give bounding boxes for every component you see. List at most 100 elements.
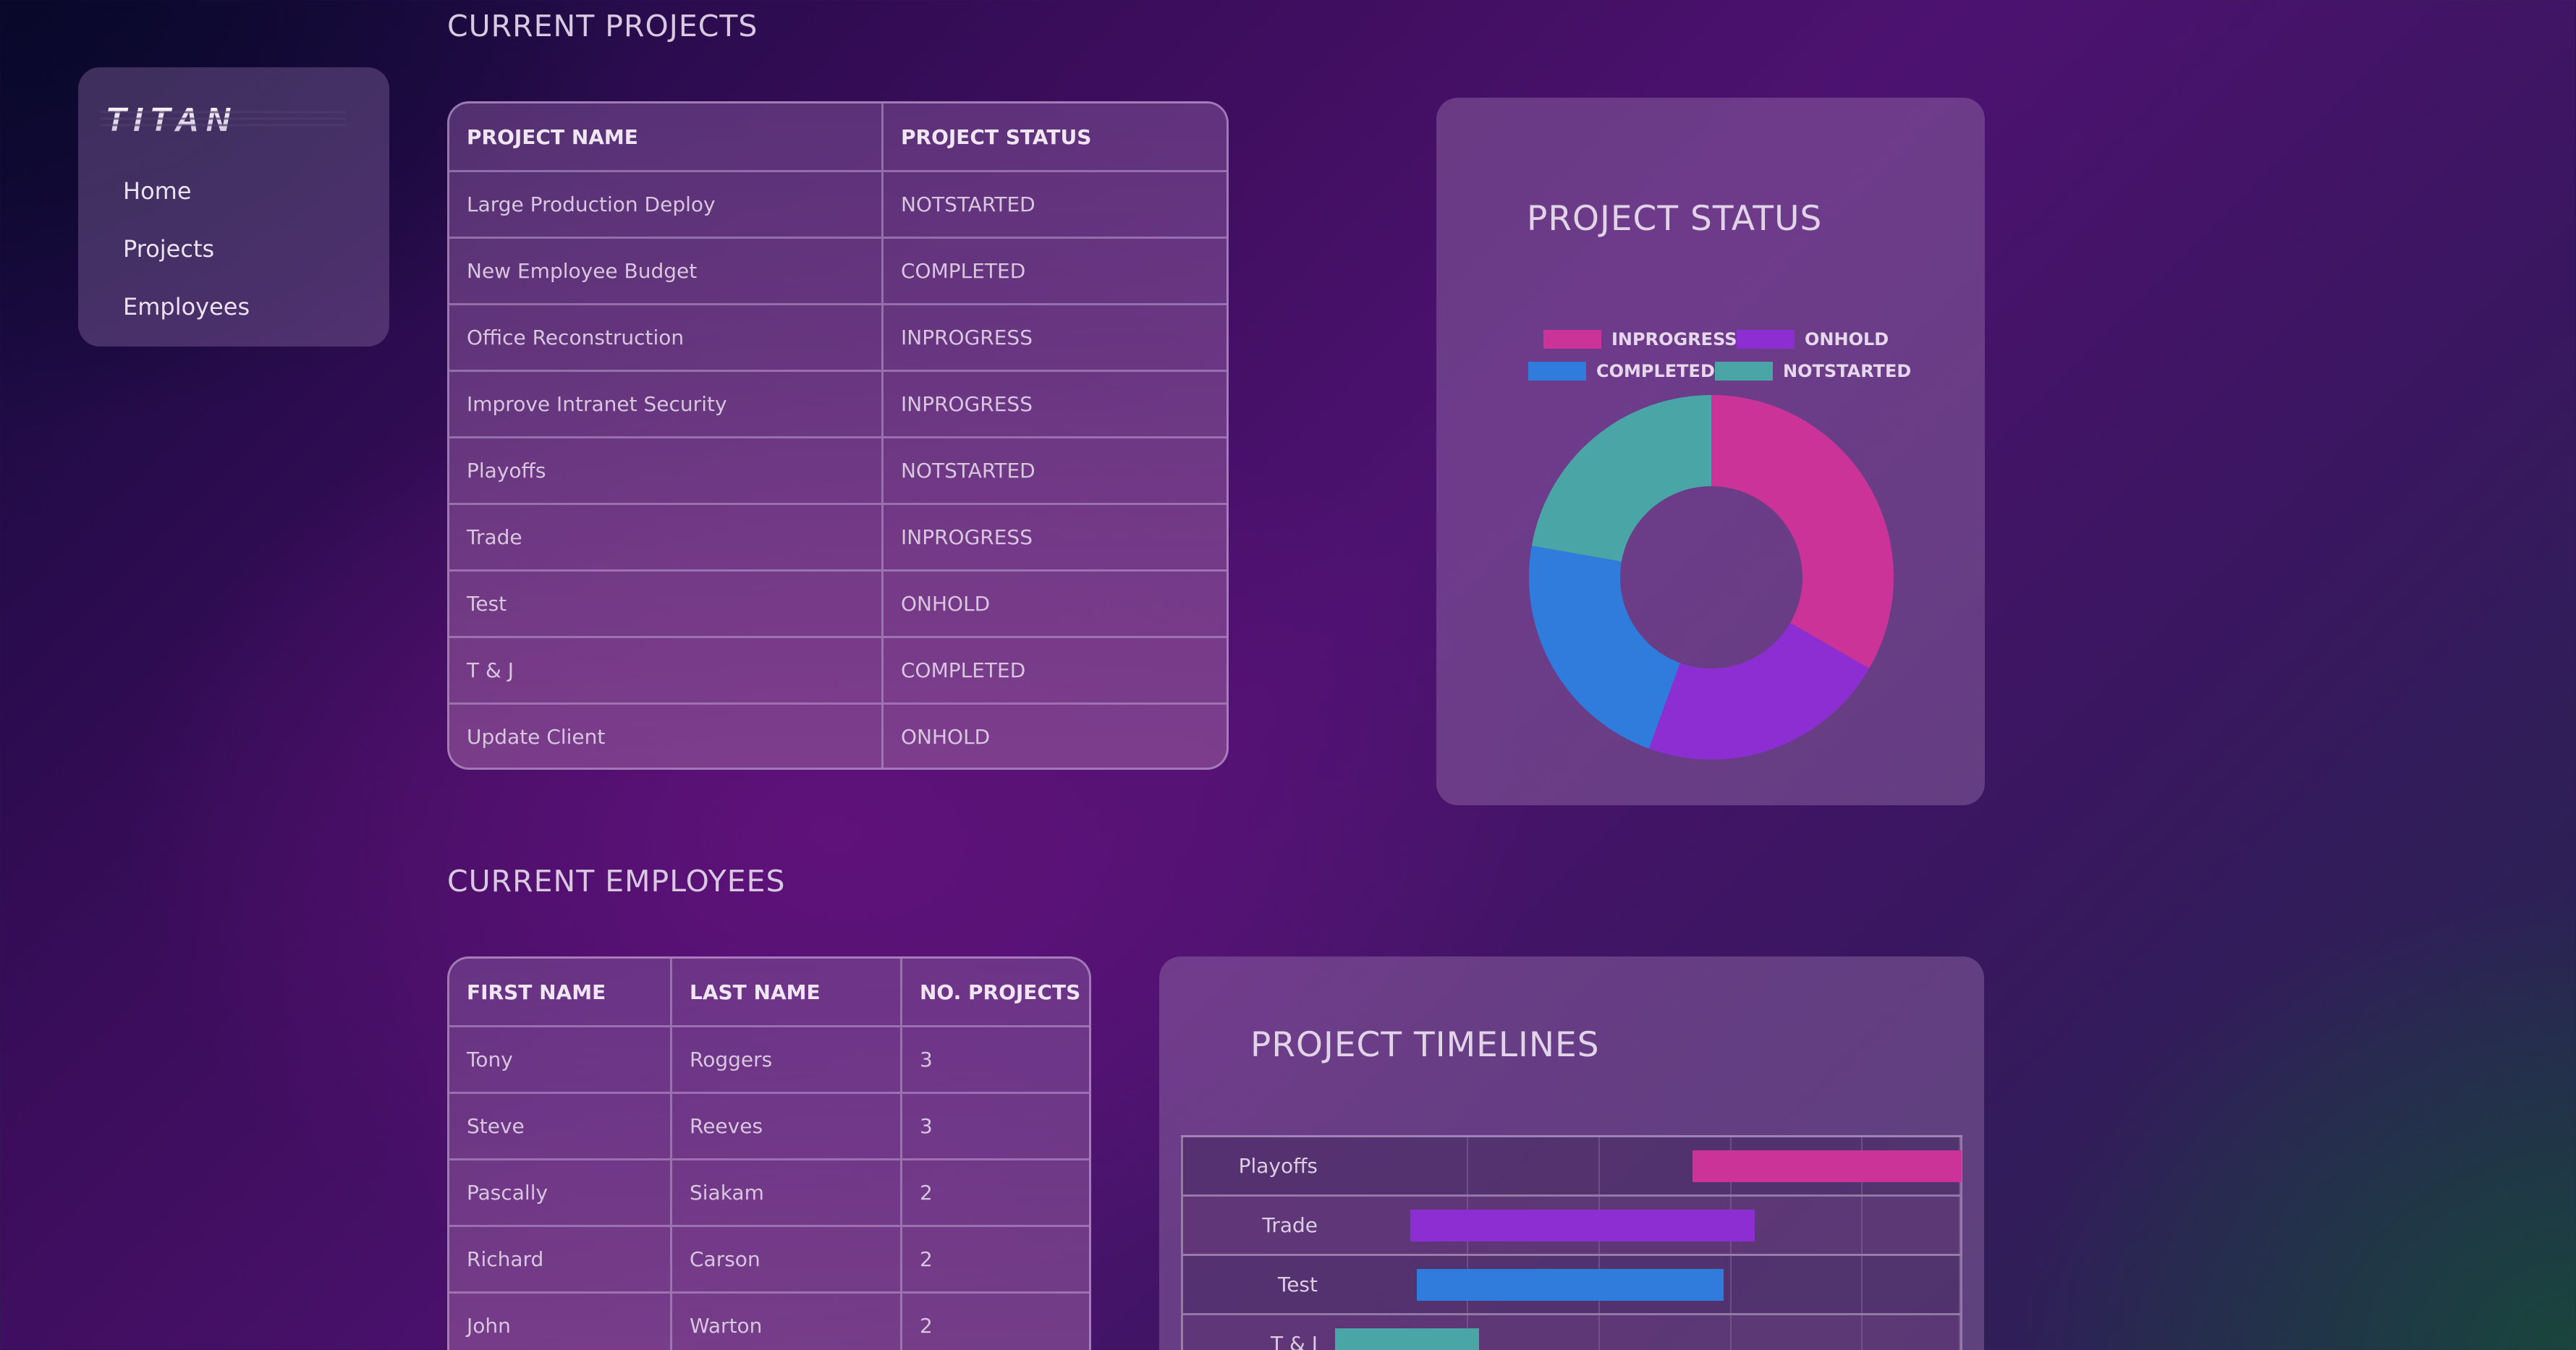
timeline-row: Trade xyxy=(1181,1197,1962,1256)
table-row[interactable]: Richard Carson 2 xyxy=(449,1225,1089,1291)
table-row[interactable]: John Warton 2 xyxy=(449,1291,1089,1350)
timeline-row: T & J xyxy=(1181,1315,1962,1350)
table-header-row: FIRST NAME LAST NAME NO. PROJECTS xyxy=(449,959,1089,1025)
project-timelines-title: PROJECT TIMELINES xyxy=(1250,1025,1600,1065)
timeline-gridline xyxy=(1861,1197,1863,1254)
legend-swatch xyxy=(1715,362,1773,381)
donut-slice-inprogress[interactable] xyxy=(1711,395,1894,668)
donut-slice-notstarted[interactable] xyxy=(1531,395,1711,562)
timeline-label: Trade xyxy=(1262,1213,1318,1237)
projects-table: PROJECT NAME PROJECT STATUS Large Produc… xyxy=(447,101,1229,770)
timeline-label: Test xyxy=(1277,1273,1318,1296)
table-cell: Steve xyxy=(467,1114,525,1138)
nav-item-projects[interactable]: Projects xyxy=(123,235,214,263)
table-cell: Large Production Deploy xyxy=(467,192,716,216)
legend-item-inprogress[interactable]: INPROGRESS xyxy=(1543,329,1737,349)
side-nav: TITAN Home Projects Employees xyxy=(78,67,389,347)
table-cell: NOTSTARTED xyxy=(881,438,1226,503)
table-row[interactable]: Tony Roggers 3 xyxy=(449,1025,1089,1092)
timeline-gridline xyxy=(1958,1197,1960,1254)
legend-item-onhold[interactable]: ONHOLD xyxy=(1737,329,1889,349)
legend-item-completed[interactable]: COMPLETED xyxy=(1528,361,1715,381)
legend-swatch xyxy=(1543,330,1601,349)
table-cell: COMPLETED xyxy=(881,638,1226,702)
nav-item-home[interactable]: Home xyxy=(123,177,192,205)
table-cell: Test xyxy=(467,592,507,616)
timeline-bar[interactable] xyxy=(1335,1328,1480,1350)
legend-item-notstarted[interactable]: NOTSTARTED xyxy=(1715,361,1911,381)
table-cell: Office Reconstruction xyxy=(467,326,685,349)
table-cell: 3 xyxy=(900,1027,1089,1092)
table-row[interactable]: Pascally Siakam 2 xyxy=(449,1158,1089,1225)
table-row[interactable]: New Employee Budget COMPLETED xyxy=(449,237,1226,303)
table-cell: John xyxy=(467,1314,511,1338)
timeline-bar[interactable] xyxy=(1416,1269,1724,1301)
table-cell: Richard xyxy=(467,1247,544,1271)
legend-swatch xyxy=(1737,330,1795,349)
timeline-gridline xyxy=(1958,1315,1960,1350)
table-row[interactable]: Large Production Deploy NOTSTARTED xyxy=(449,170,1226,237)
timeline-bar[interactable] xyxy=(1410,1210,1755,1241)
table-cell: NOTSTARTED xyxy=(881,172,1226,237)
table-cell: T & J xyxy=(467,658,514,682)
nav-item-employees[interactable]: Employees xyxy=(123,293,250,320)
donut-slice-completed[interactable] xyxy=(1529,545,1680,749)
column-header-project-name[interactable]: PROJECT NAME xyxy=(449,103,881,170)
legend-label: COMPLETED xyxy=(1596,361,1715,381)
timeline-bar[interactable] xyxy=(1692,1150,1962,1182)
table-cell: INPROGRESS xyxy=(881,305,1226,370)
legend-swatch xyxy=(1528,362,1586,381)
table-cell: 2 xyxy=(900,1227,1089,1291)
table-cell: Improve Intranet Security xyxy=(467,392,727,416)
timeline-gridline xyxy=(1598,1137,1600,1194)
table-cell: INPROGRESS xyxy=(881,505,1226,569)
timeline-label: Playoffs xyxy=(1238,1154,1318,1178)
table-cell: 3 xyxy=(900,1094,1089,1158)
project-status-donut-chart xyxy=(1529,395,1894,760)
table-cell: Playoffs xyxy=(467,459,546,483)
table-row[interactable]: Trade INPROGRESS xyxy=(449,503,1226,569)
table-cell: New Employee Budget xyxy=(467,259,698,283)
table-cell: Reeves xyxy=(670,1094,900,1158)
table-row[interactable]: Steve Reeves 3 xyxy=(449,1092,1089,1158)
column-header-last-name[interactable]: LAST NAME xyxy=(670,959,900,1025)
table-cell: 2 xyxy=(900,1160,1089,1225)
table-cell: INPROGRESS xyxy=(881,372,1226,436)
table-cell: ONHOLD xyxy=(881,705,1226,768)
legend-label: ONHOLD xyxy=(1805,329,1889,349)
timeline-gridline xyxy=(1861,1256,1863,1313)
table-cell: Pascally xyxy=(467,1181,548,1205)
titan-logo[interactable]: TITAN xyxy=(100,101,346,138)
timeline-label: T & J xyxy=(1271,1332,1318,1350)
timeline-gridline xyxy=(1598,1315,1600,1350)
table-cell: COMPLETED xyxy=(881,239,1226,303)
project-status-title: PROJECT STATUS xyxy=(1527,199,1823,239)
column-header-no-projects[interactable]: NO. PROJECTS xyxy=(900,959,1089,1025)
timeline-gridline xyxy=(1466,1137,1468,1194)
employees-table: FIRST NAME LAST NAME NO. PROJECTS Tony Ro… xyxy=(447,956,1091,1350)
timeline-gridline xyxy=(1729,1315,1732,1350)
table-cell: Update Client xyxy=(467,725,606,749)
table-cell: Roggers xyxy=(670,1027,900,1092)
legend-label: NOTSTARTED xyxy=(1783,361,1912,381)
table-header-row: PROJECT NAME PROJECT STATUS xyxy=(449,103,1226,170)
table-cell: Carson xyxy=(670,1227,900,1291)
table-row[interactable]: Test ONHOLD xyxy=(449,569,1226,636)
table-row[interactable]: Office Reconstruction INPROGRESS xyxy=(449,303,1226,370)
legend-label: INPROGRESS xyxy=(1611,329,1737,349)
table-cell: 2 xyxy=(900,1294,1089,1350)
timeline-gridline xyxy=(1958,1256,1960,1313)
table-cell: ONHOLD xyxy=(881,572,1226,636)
table-row[interactable]: Playoffs NOTSTARTED xyxy=(449,436,1226,503)
table-row[interactable]: Update Client ONHOLD xyxy=(449,702,1226,768)
table-cell: Tony xyxy=(467,1048,513,1071)
timeline-gridline xyxy=(1729,1256,1732,1313)
table-cell: Siakam xyxy=(670,1160,900,1225)
table-row[interactable]: Improve Intranet Security INPROGRESS xyxy=(449,370,1226,436)
column-header-first-name[interactable]: FIRST NAME xyxy=(449,959,670,1025)
table-row[interactable]: T & J COMPLETED xyxy=(449,636,1226,702)
employees-section-title: CURRENT EMPLOYEES xyxy=(447,864,786,899)
column-header-project-status[interactable]: PROJECT STATUS xyxy=(881,103,1226,170)
timeline-row: Playoffs xyxy=(1181,1137,1962,1197)
projects-section-title: CURRENT PROJECTS xyxy=(447,9,758,43)
